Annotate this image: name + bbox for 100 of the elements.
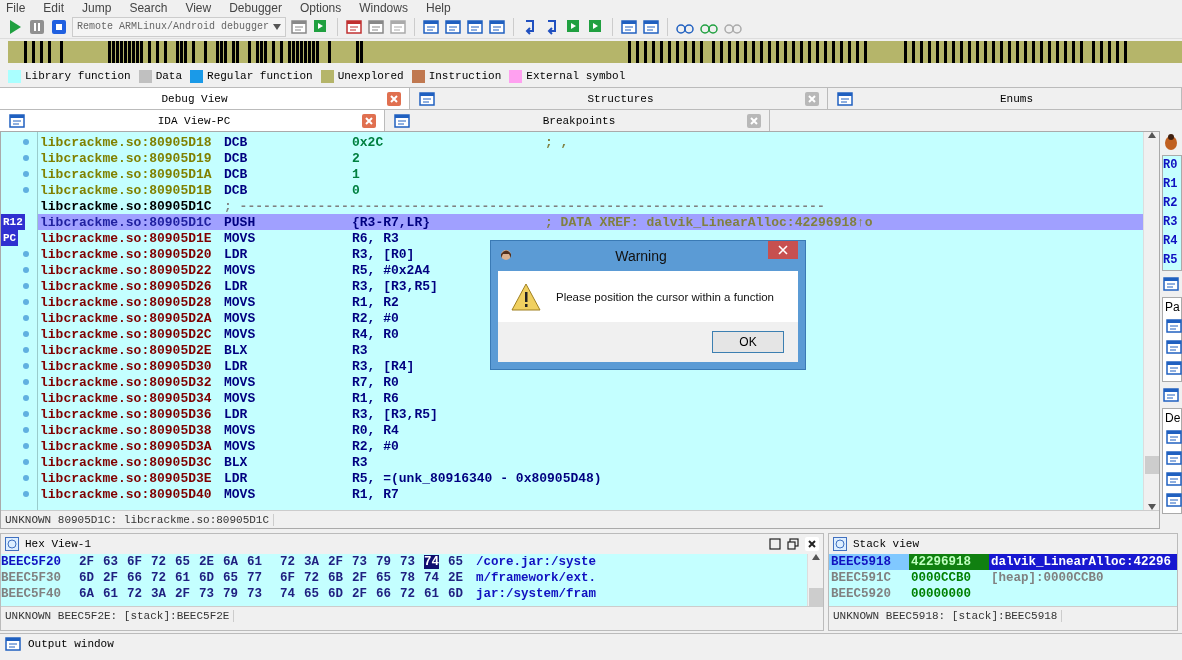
view-tab[interactable]: IDA View-PC — [0, 110, 385, 132]
hex-byte[interactable]: 6D — [199, 571, 214, 585]
window-icon[interactable] — [290, 17, 308, 36]
menu-item[interactable]: Debugger — [229, 0, 282, 15]
stack-row[interactable]: BEEC591C 0000CCB0 [heap]:0000CCB0 — [829, 570, 1177, 586]
window-icon[interactable] — [422, 17, 440, 36]
window-icon[interactable] — [1162, 275, 1180, 293]
code-line[interactable]: libcrackme.so:80905D3C BLX R3 — [38, 454, 545, 470]
hex-byte[interactable]: 72 — [127, 587, 142, 601]
hex-byte[interactable]: 72 — [151, 555, 166, 569]
hex-byte[interactable]: 6D — [328, 587, 343, 601]
scroll-down-icon[interactable] — [273, 23, 281, 30]
menu-item[interactable]: Help — [425, 0, 451, 15]
window-icon[interactable] — [8, 112, 26, 130]
close-icon[interactable] — [805, 537, 819, 551]
scroll-up-icon[interactable] — [811, 554, 820, 560]
hex-byte[interactable]: 2F — [175, 587, 190, 601]
hex-byte[interactable]: 2E — [448, 571, 463, 585]
window-icon[interactable] — [488, 17, 506, 36]
list-icon[interactable] — [4, 634, 22, 653]
stack-row[interactable]: BEEC5920 00000000 — [829, 586, 1177, 602]
scrollbar[interactable] — [807, 554, 823, 606]
hex-byte[interactable]: 65 — [223, 571, 238, 585]
hex-byte[interactable]: 2F — [79, 555, 94, 569]
navigation-band[interactable] — [8, 41, 1182, 63]
hex-byte[interactable]: 6D — [79, 571, 94, 585]
restore-icon[interactable] — [787, 538, 799, 550]
code-line[interactable]: libcrackme.so:80905D40 MOVS R1, R7 — [38, 486, 545, 502]
code-line[interactable]: libcrackme.so:80905D19 DCB 2 — [38, 150, 545, 166]
hex-byte[interactable]: 77 — [247, 571, 262, 585]
debugger-select[interactable]: Remote ARMLinux/Android debugger — [72, 16, 286, 37]
hex-byte[interactable]: 6F — [127, 555, 142, 569]
hex-byte[interactable]: 61 — [103, 587, 118, 601]
hex-byte[interactable]: 3A — [304, 555, 319, 569]
code-line[interactable]: libcrackme.so:80905D32 MOVS R7, R0 — [38, 374, 545, 390]
window-icon[interactable] — [1162, 386, 1180, 404]
code-line[interactable]: libcrackme.so:80905D34 MOVS R1, R6 — [38, 390, 545, 406]
code-line[interactable]: libcrackme.so:80905D1B DCB 0 — [38, 182, 545, 198]
list-icon[interactable] — [444, 17, 462, 36]
hex-byte[interactable]: 79 — [376, 555, 391, 569]
hex-byte[interactable]: 2F — [328, 555, 343, 569]
scroll-up-icon[interactable] — [1147, 132, 1156, 138]
hex-byte[interactable]: 73 — [400, 555, 415, 569]
hex-byte[interactable]: 73 — [247, 587, 262, 601]
breakpoint-list-icon[interactable] — [345, 17, 363, 36]
window-icon[interactable] — [1165, 428, 1182, 446]
menu-item[interactable]: View — [185, 0, 212, 15]
window-icon[interactable] — [642, 17, 660, 36]
code-line[interactable]: libcrackme.so:80905D1A DCB 1 — [38, 166, 545, 182]
hex-byte[interactable]: 6B — [328, 571, 343, 585]
hex-byte[interactable]: 61 — [175, 571, 190, 585]
hex-byte[interactable]: 79 — [223, 587, 238, 601]
code-line[interactable]: libcrackme.so:80905D38 MOVS R0, R4 — [38, 422, 545, 438]
hex-byte[interactable]: 65 — [448, 555, 463, 569]
panel-tab[interactable]: Debug View — [0, 88, 410, 110]
hex-byte[interactable]: 65 — [175, 555, 190, 569]
code-line[interactable]: libcrackme.so:80905D3E LDR R5, =(unk_80916340 - 0x80905D48) — [38, 470, 602, 486]
window-icon[interactable] — [1165, 359, 1182, 377]
code-line[interactable]: libcrackme.so:80905D1E MOVS R6, R3 — [38, 230, 545, 246]
window-icon[interactable] — [393, 111, 411, 130]
hex-byte[interactable]: 6D — [448, 587, 463, 601]
hex-byte[interactable]: 72 — [280, 555, 295, 569]
hex-byte[interactable]: 74 — [280, 587, 295, 601]
window-icon[interactable] — [1165, 338, 1182, 356]
hex-byte[interactable]: 6F — [280, 571, 295, 585]
menu-item[interactable]: Edit — [43, 0, 65, 15]
code-line[interactable]: libcrackme.so:80905D3A MOVS R2, #0 — [38, 438, 545, 454]
add-breakpoint-icon[interactable] — [367, 17, 385, 36]
maximize-icon[interactable] — [769, 538, 781, 550]
hex-byte[interactable]: 73 — [352, 555, 367, 569]
window-icon[interactable] — [620, 17, 638, 36]
menu-item[interactable]: Windows — [359, 0, 408, 15]
hex-byte[interactable]: 65 — [376, 571, 391, 585]
menu-item[interactable]: Options — [299, 0, 342, 15]
hex-byte[interactable]: 61 — [424, 587, 439, 601]
scroll-thumb[interactable] — [1144, 456, 1159, 474]
hex-byte[interactable]: 72 — [400, 587, 415, 601]
window-icon[interactable] — [418, 89, 436, 108]
hex-byte[interactable]: 2F — [352, 571, 367, 585]
menu-item[interactable]: Search — [129, 0, 168, 15]
hex-byte[interactable]: 2F — [352, 587, 367, 601]
menu-item[interactable]: File — [6, 0, 26, 15]
close-button[interactable] — [768, 241, 798, 259]
hex-byte[interactable]: 2F — [103, 571, 118, 585]
hex-byte[interactable]: 2E — [199, 555, 214, 569]
hex-byte[interactable]: 72 — [151, 571, 166, 585]
hex-byte[interactable]: 66 — [127, 571, 142, 585]
scroll-thumb[interactable] — [808, 588, 823, 606]
window-icon[interactable] — [1165, 491, 1182, 509]
function-icon[interactable] — [466, 17, 484, 36]
stop-icon[interactable] — [50, 17, 68, 36]
pause-icon[interactable] — [28, 17, 46, 36]
hex-byte[interactable]: 66 — [376, 587, 391, 601]
window-icon[interactable] — [1165, 449, 1182, 467]
code-line[interactable]: libcrackme.so:80905D36 LDR R3, [R3,R5] — [38, 406, 545, 422]
hex-byte[interactable]: 6A — [79, 587, 94, 601]
code-line[interactable]: libcrackme.so:80905D1C ; --------------------------------------------------------------------------- — [38, 198, 825, 214]
ok-button[interactable]: OK — [712, 331, 784, 353]
hex-byte[interactable]: 78 — [400, 571, 415, 585]
menu-item[interactable]: Jump — [82, 0, 112, 15]
